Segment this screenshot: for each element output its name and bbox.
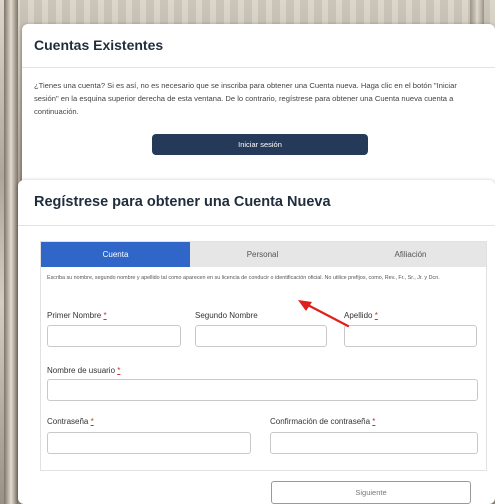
annotation-arrow-icon — [298, 300, 350, 328]
required-mark: * — [117, 366, 121, 375]
confirm-password-input[interactable] — [270, 432, 478, 454]
name-help-text: Escriba su nombre, segundo nombre y apel… — [47, 275, 440, 281]
register-card: Regístrese para obtener una Cuenta Nueva… — [18, 180, 495, 504]
tab-personal[interactable]: Personal — [190, 242, 335, 267]
login-button[interactable]: Iniciar sesión — [152, 134, 368, 155]
tab-cuenta[interactable]: Cuenta — [41, 242, 190, 267]
background-column — [4, 0, 18, 504]
required-mark: * — [374, 311, 378, 320]
existing-accounts-card: Cuentas Existentes ¿Tienes una cuenta? S… — [22, 24, 495, 192]
register-title: Regístrese para obtener una Cuenta Nueva — [18, 180, 495, 226]
first-name-label-text: Primer Nombre — [47, 311, 102, 320]
username-label: Nombre de usuario * — [47, 366, 120, 375]
first-name-label: Primer Nombre * — [47, 311, 107, 320]
confirm-password-label-text: Confirmación de contraseña — [270, 417, 371, 426]
required-mark: * — [103, 311, 107, 320]
password-input[interactable] — [47, 432, 251, 454]
password-label-text: Contraseña — [47, 417, 89, 426]
username-input[interactable] — [47, 379, 478, 401]
confirm-password-label: Confirmación de contraseña * — [270, 417, 375, 426]
last-name-input[interactable] — [344, 325, 477, 347]
existing-accounts-description: ¿Tienes una cuenta? Si es así, no es nec… — [34, 81, 457, 116]
first-name-input[interactable] — [47, 325, 181, 347]
middle-name-label: Segundo Nombre — [195, 311, 258, 320]
register-tabs-panel: Cuenta Personal Afiliación Escriba su no… — [40, 241, 487, 471]
required-mark: * — [90, 417, 94, 426]
required-mark: * — [372, 417, 376, 426]
next-button[interactable]: Siguiente — [271, 481, 471, 504]
tab-bar: Cuenta Personal Afiliación — [41, 242, 486, 267]
tab-afiliacion[interactable]: Afiliación — [335, 242, 486, 267]
username-label-text: Nombre de usuario — [47, 366, 116, 375]
existing-accounts-title: Cuentas Existentes — [22, 24, 495, 68]
password-label: Contraseña * — [47, 417, 94, 426]
